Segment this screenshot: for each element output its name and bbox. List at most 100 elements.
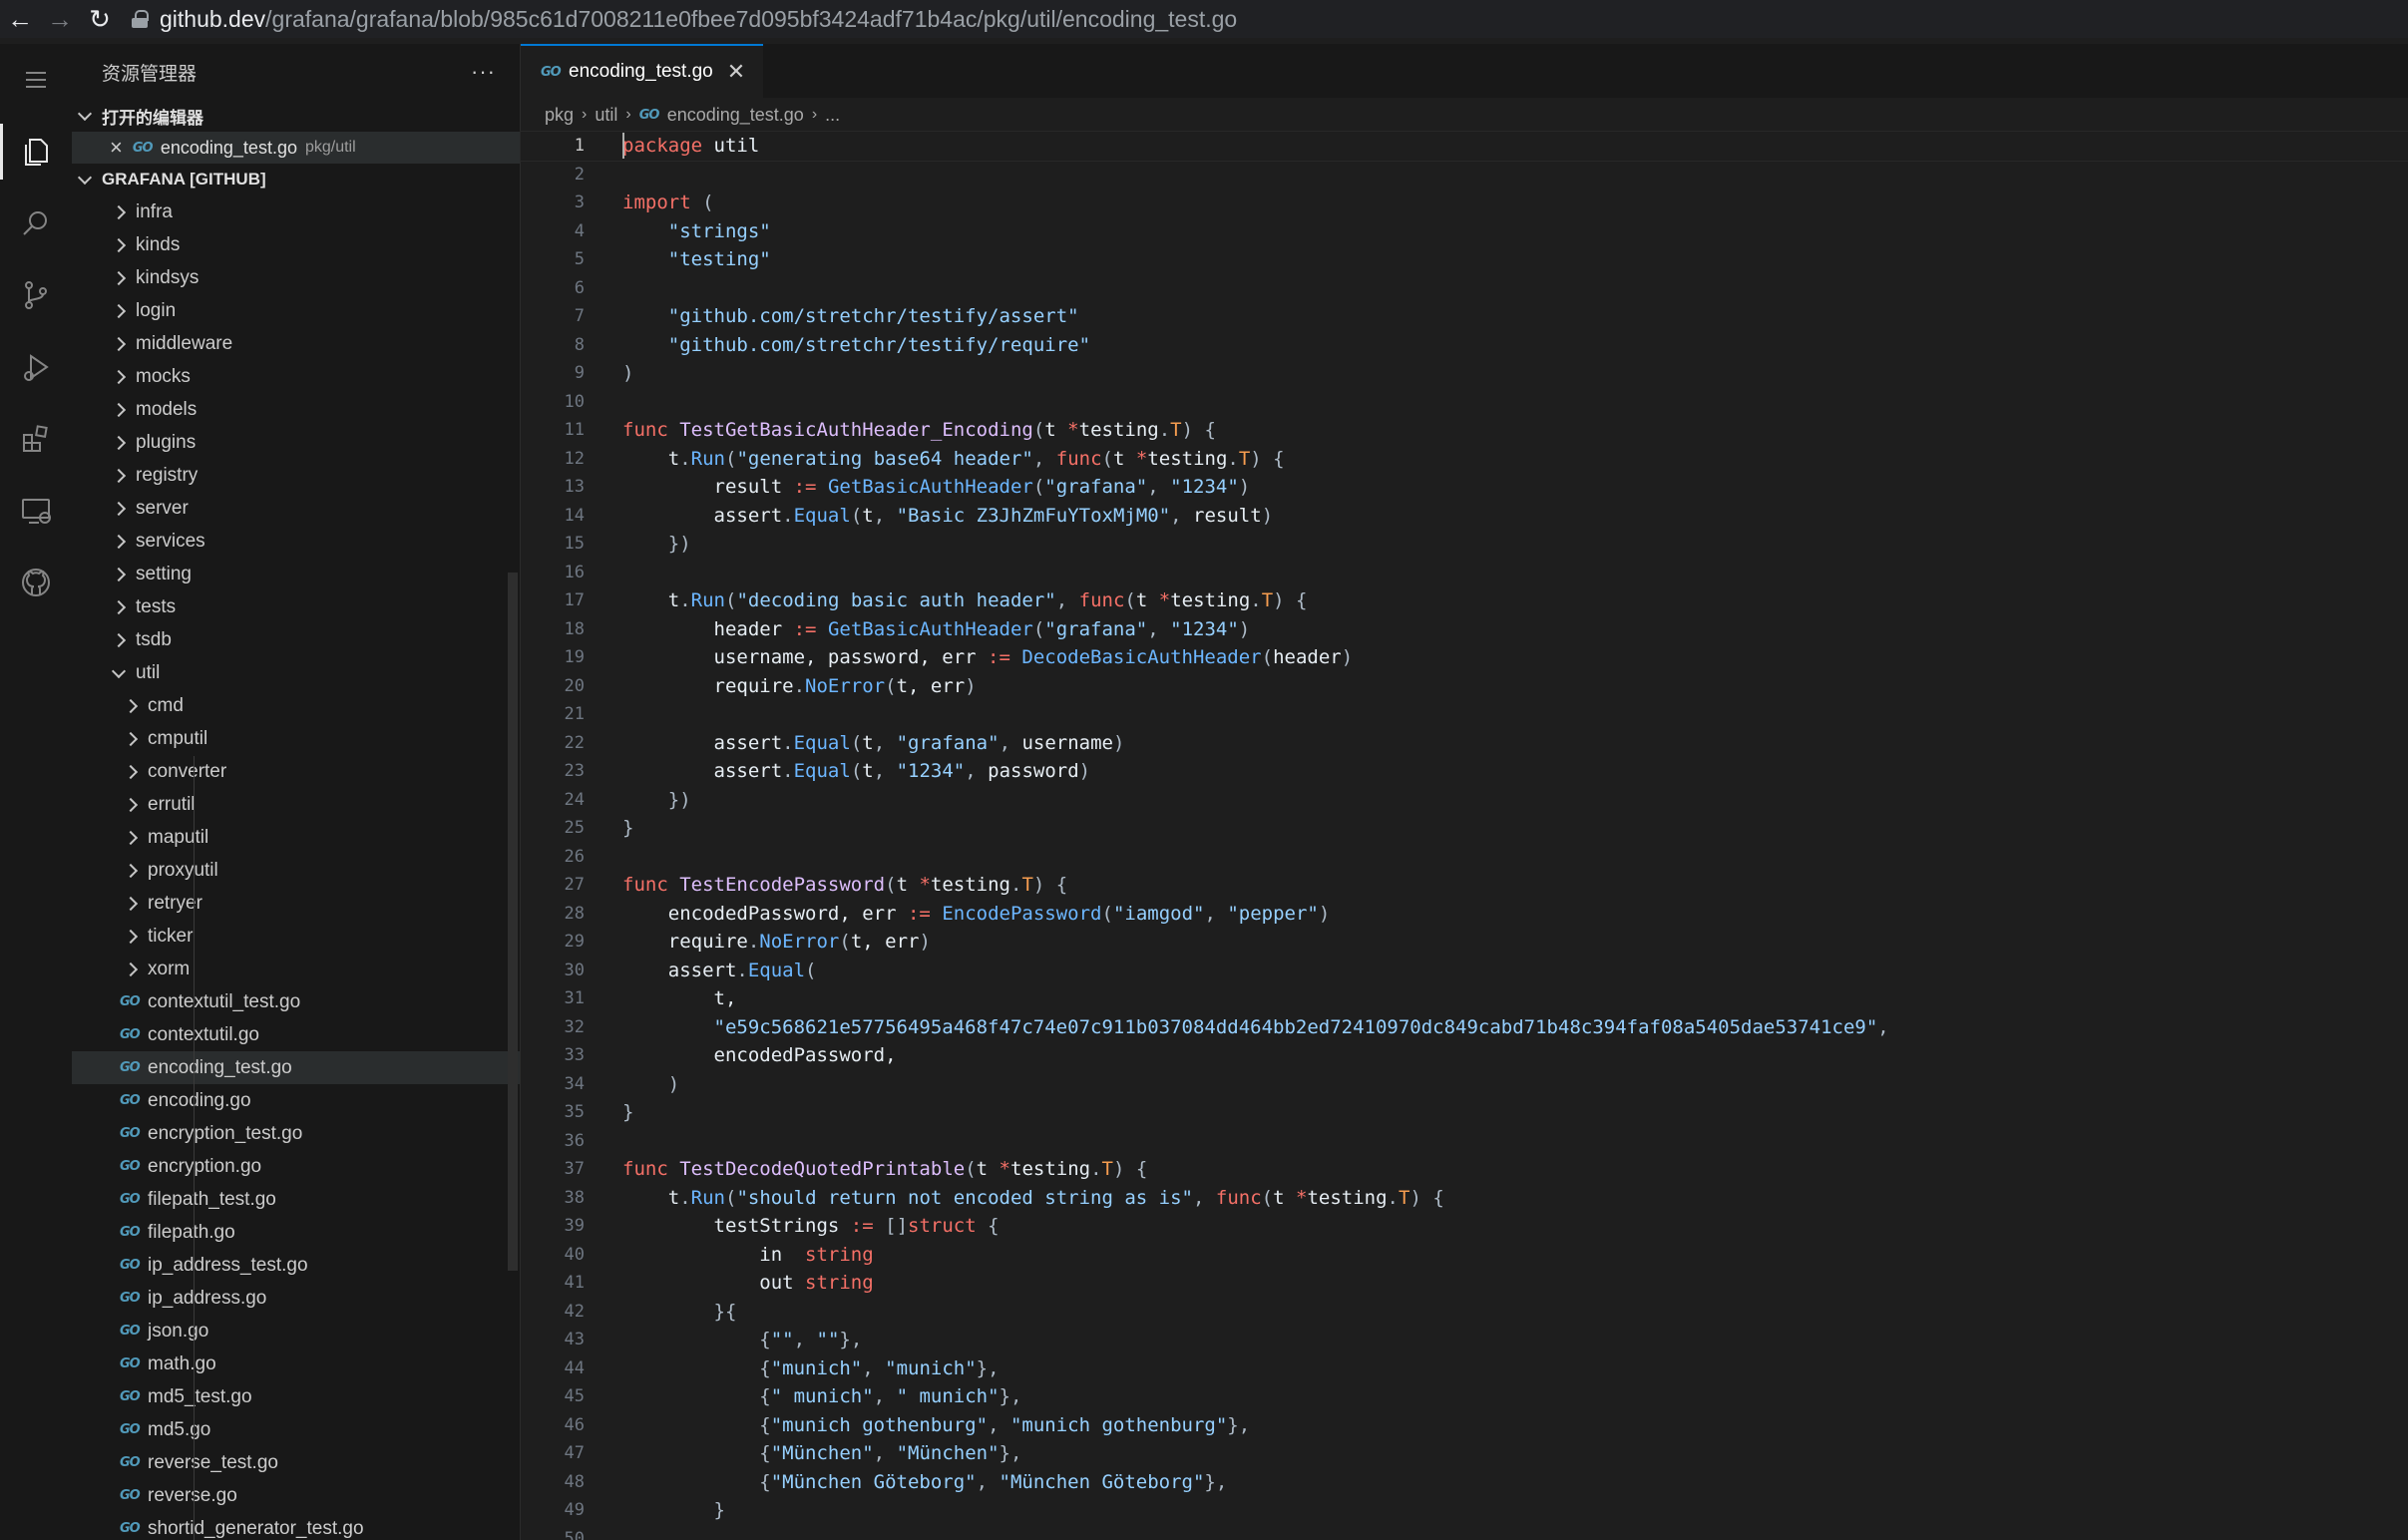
- folder-item[interactable]: kindsys: [72, 261, 520, 294]
- code-line[interactable]: 12 t.Run("generating base64 header", fun…: [521, 445, 2408, 474]
- code-line[interactable]: 21: [521, 700, 2408, 729]
- code-line[interactable]: 42 }{: [521, 1298, 2408, 1327]
- folder-item[interactable]: cmputil: [72, 722, 520, 755]
- code-line[interactable]: 37 func TestDecodeQuotedPrintable(t *test…: [521, 1155, 2408, 1184]
- code-line[interactable]: 22 assert.Equal(t, "grafana", username): [521, 729, 2408, 758]
- file-item[interactable]: GO filepath_test.go: [72, 1183, 520, 1216]
- code-line[interactable]: 27 func TestEncodePassword(t *testing.T) …: [521, 871, 2408, 900]
- repo-header[interactable]: GRAFANA [GITHUB]: [72, 164, 520, 195]
- menu-button[interactable]: [0, 44, 72, 116]
- file-item[interactable]: GO math.go: [72, 1348, 520, 1380]
- folder-item[interactable]: proxyutil: [72, 854, 520, 887]
- code-line[interactable]: 48 {"München Göteborg", "München Götebor…: [521, 1468, 2408, 1497]
- folder-item[interactable]: errutil: [72, 788, 520, 821]
- code-line[interactable]: 29 require.NoError(t, err): [521, 928, 2408, 957]
- source-control-button[interactable]: [0, 259, 72, 331]
- open-editor-item[interactable]: × GO encoding_test.go pkg/util: [72, 132, 520, 164]
- file-item[interactable]: GO md5_test.go: [72, 1380, 520, 1413]
- code-line[interactable]: 26: [521, 843, 2408, 872]
- code-line[interactable]: 3 import (: [521, 189, 2408, 217]
- file-item[interactable]: GO md5.go: [72, 1413, 520, 1446]
- code-line[interactable]: 8 "github.com/stretchr/testify/require": [521, 331, 2408, 360]
- github-button[interactable]: [0, 547, 72, 618]
- code-line[interactable]: 15 }): [521, 530, 2408, 559]
- folder-item[interactable]: tsdb: [72, 623, 520, 656]
- file-item[interactable]: GO encoding.go: [72, 1084, 520, 1117]
- forward-button[interactable]: →: [40, 0, 80, 38]
- folder-item[interactable]: retryer: [72, 887, 520, 920]
- breadcrumb-item[interactable]: pkg: [545, 105, 574, 126]
- folder-item[interactable]: server: [72, 492, 520, 525]
- extensions-button[interactable]: [0, 403, 72, 475]
- file-item[interactable]: GO contextutil.go: [72, 1018, 520, 1051]
- breadcrumb-item[interactable]: util: [595, 105, 617, 126]
- code-line[interactable]: 33 encodedPassword,: [521, 1041, 2408, 1070]
- code-line[interactable]: 19 username, password, err := DecodeBasi…: [521, 643, 2408, 672]
- folder-item[interactable]: xorm: [72, 953, 520, 985]
- code-line[interactable]: 30 assert.Equal(: [521, 957, 2408, 985]
- code-line[interactable]: 23 assert.Equal(t, "1234", password): [521, 757, 2408, 786]
- open-editors-header[interactable]: 打开的编辑器: [72, 100, 520, 132]
- folder-item[interactable]: infra: [72, 195, 520, 228]
- folder-item[interactable]: plugins: [72, 426, 520, 459]
- code-line[interactable]: 16: [521, 559, 2408, 587]
- file-item[interactable]: GO shortid_generator_test.go: [72, 1512, 520, 1540]
- code-line[interactable]: 9): [521, 359, 2408, 388]
- code-line[interactable]: 18 header := GetBasicAuthHeader("grafana…: [521, 615, 2408, 644]
- file-item[interactable]: GO reverse_test.go: [72, 1446, 520, 1479]
- close-icon[interactable]: ×: [110, 135, 123, 161]
- code-line[interactable]: 36: [521, 1127, 2408, 1156]
- code-line[interactable]: 31 t,: [521, 984, 2408, 1013]
- file-item[interactable]: GO contextutil_test.go: [72, 985, 520, 1018]
- run-debug-button[interactable]: [0, 331, 72, 403]
- explorer-button[interactable]: [0, 116, 72, 188]
- file-item[interactable]: GO filepath.go: [72, 1216, 520, 1249]
- code-line[interactable]: 5 "testing": [521, 245, 2408, 274]
- search-button[interactable]: [0, 188, 72, 259]
- tab-encoding-test[interactable]: GO encoding_test.go ✕: [521, 44, 764, 98]
- file-item[interactable]: GO encryption.go: [72, 1150, 520, 1183]
- folder-item[interactable]: tests: [72, 590, 520, 623]
- code-line[interactable]: 2: [521, 161, 2408, 190]
- code-line[interactable]: 38 t.Run("should return not encoded stri…: [521, 1184, 2408, 1213]
- tab-close-button[interactable]: ✕: [727, 59, 745, 85]
- folder-item[interactable]: converter: [72, 755, 520, 788]
- code-line[interactable]: 35}: [521, 1098, 2408, 1127]
- code-line[interactable]: 49 }: [521, 1496, 2408, 1525]
- code-line[interactable]: 32 "e59c568621e57756495a468f47c74e07c911…: [521, 1013, 2408, 1042]
- code-line[interactable]: 25}: [521, 814, 2408, 843]
- code-line[interactable]: 10: [521, 388, 2408, 417]
- file-item[interactable]: GO encoding_test.go: [72, 1051, 520, 1084]
- folder-item[interactable]: setting: [72, 558, 520, 590]
- code-line[interactable]: 17 t.Run("decoding basic auth header", f…: [521, 586, 2408, 615]
- folder-item[interactable]: kinds: [72, 228, 520, 261]
- code-line[interactable]: 28 encodedPassword, err := EncodePasswor…: [521, 900, 2408, 929]
- code-line[interactable]: 34 ): [521, 1070, 2408, 1099]
- code-line[interactable]: 39 testStrings := []struct {: [521, 1212, 2408, 1241]
- folder-item[interactable]: middleware: [72, 327, 520, 360]
- code-line[interactable]: 11 func TestGetBasicAuthHeader_Encoding(t…: [521, 416, 2408, 445]
- folder-item[interactable]: cmd: [72, 689, 520, 722]
- code-line[interactable]: 40 in string: [521, 1241, 2408, 1270]
- code-line[interactable]: 14 assert.Equal(t, "Basic Z3JhZmFuYToxMj…: [521, 502, 2408, 531]
- folder-item-util[interactable]: util: [72, 656, 520, 689]
- sidebar-scrollbar[interactable]: [508, 573, 518, 1271]
- file-item[interactable]: GO ip_address.go: [72, 1282, 520, 1315]
- code-line[interactable]: 20 require.NoError(t, err): [521, 672, 2408, 701]
- remote-explorer-button[interactable]: [0, 475, 72, 547]
- code-line[interactable]: 44 {"munich", "munich"},: [521, 1354, 2408, 1383]
- folder-item[interactable]: maputil: [72, 821, 520, 854]
- code-line[interactable]: 46 {"munich gothenburg", "munich gothenb…: [521, 1411, 2408, 1440]
- code-line[interactable]: 13 result := GetBasicAuthHeader("grafana…: [521, 473, 2408, 502]
- address-bar[interactable]: github.dev/grafana/grafana/blob/985c61d7…: [132, 6, 1237, 33]
- folder-item[interactable]: login: [72, 294, 520, 327]
- folder-item[interactable]: services: [72, 525, 520, 558]
- back-button[interactable]: ←: [0, 0, 40, 38]
- code-line[interactable]: 6: [521, 274, 2408, 303]
- code-editor[interactable]: 1 package util 2 3 import (4 "strings" 5 "tes…: [520, 131, 2408, 1540]
- code-line[interactable]: 47 {"München", "München"},: [521, 1439, 2408, 1468]
- folder-item[interactable]: mocks: [72, 360, 520, 393]
- more-actions-button[interactable]: ···: [471, 59, 496, 85]
- code-line[interactable]: 7 "github.com/stretchr/testify/assert": [521, 302, 2408, 331]
- code-line[interactable]: 43 {"", ""},: [521, 1326, 2408, 1354]
